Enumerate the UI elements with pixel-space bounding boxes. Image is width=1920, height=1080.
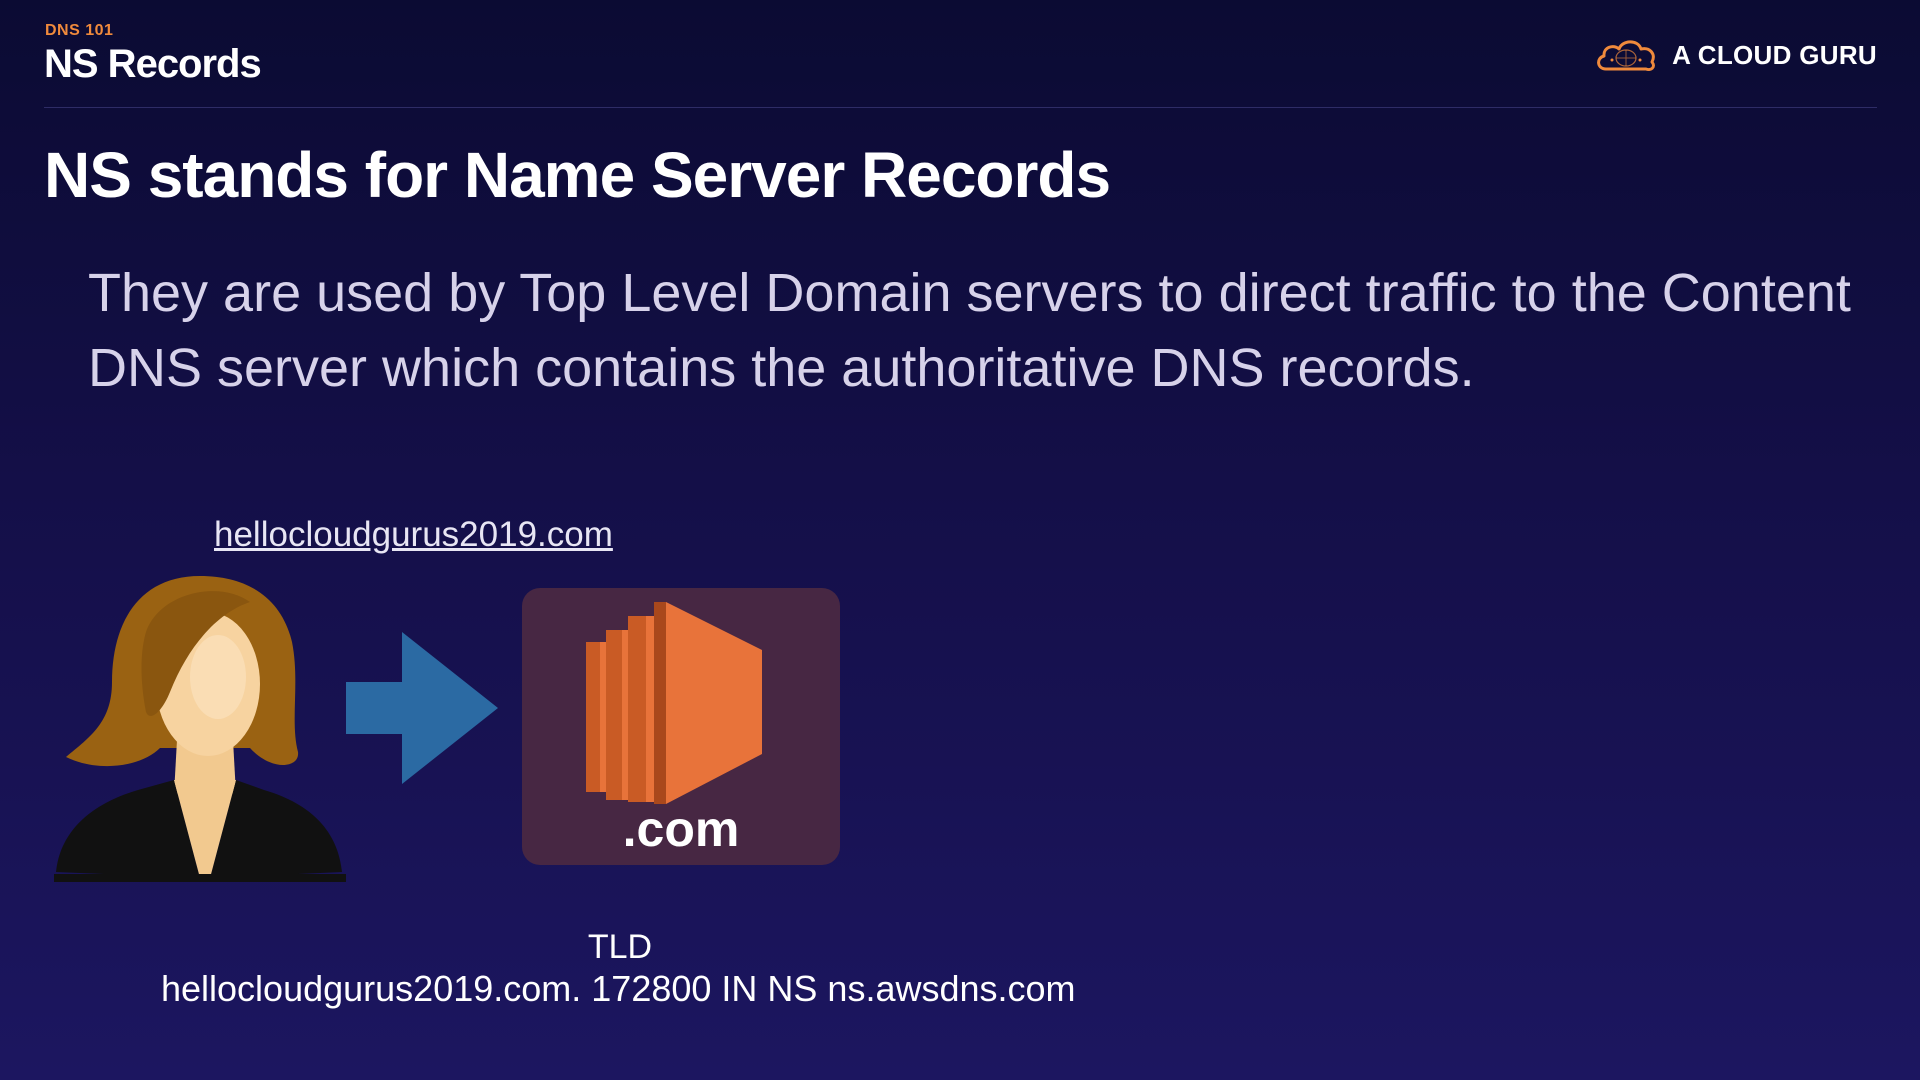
- slide-body-text: They are used by Top Level Domain server…: [88, 263, 1851, 398]
- brand-name: A CLOUD GURU: [1672, 39, 1877, 70]
- user-icon: [54, 576, 346, 882]
- brand-logo: A CLOUD GURU: [1594, 36, 1877, 74]
- tld-caption: TLD: [587, 928, 653, 966]
- slide-heading: NS stands for Name Server Records: [44, 139, 1111, 211]
- tld-server-card: .com: [522, 588, 840, 865]
- page-title: NS Records: [44, 42, 262, 86]
- domain-link[interactable]: hellocloudgurus2019.com: [214, 515, 613, 555]
- section-kicker: DNS 101: [45, 22, 114, 39]
- server-icon: [586, 602, 762, 804]
- header-divider: [44, 107, 1877, 108]
- tld-label: .com: [622, 801, 740, 857]
- cloud-icon: [1597, 40, 1656, 71]
- arrow-right-icon: [346, 632, 498, 784]
- ns-record-example: hellocloudgurus2019.com. 172800 IN NS ns…: [161, 968, 1076, 1009]
